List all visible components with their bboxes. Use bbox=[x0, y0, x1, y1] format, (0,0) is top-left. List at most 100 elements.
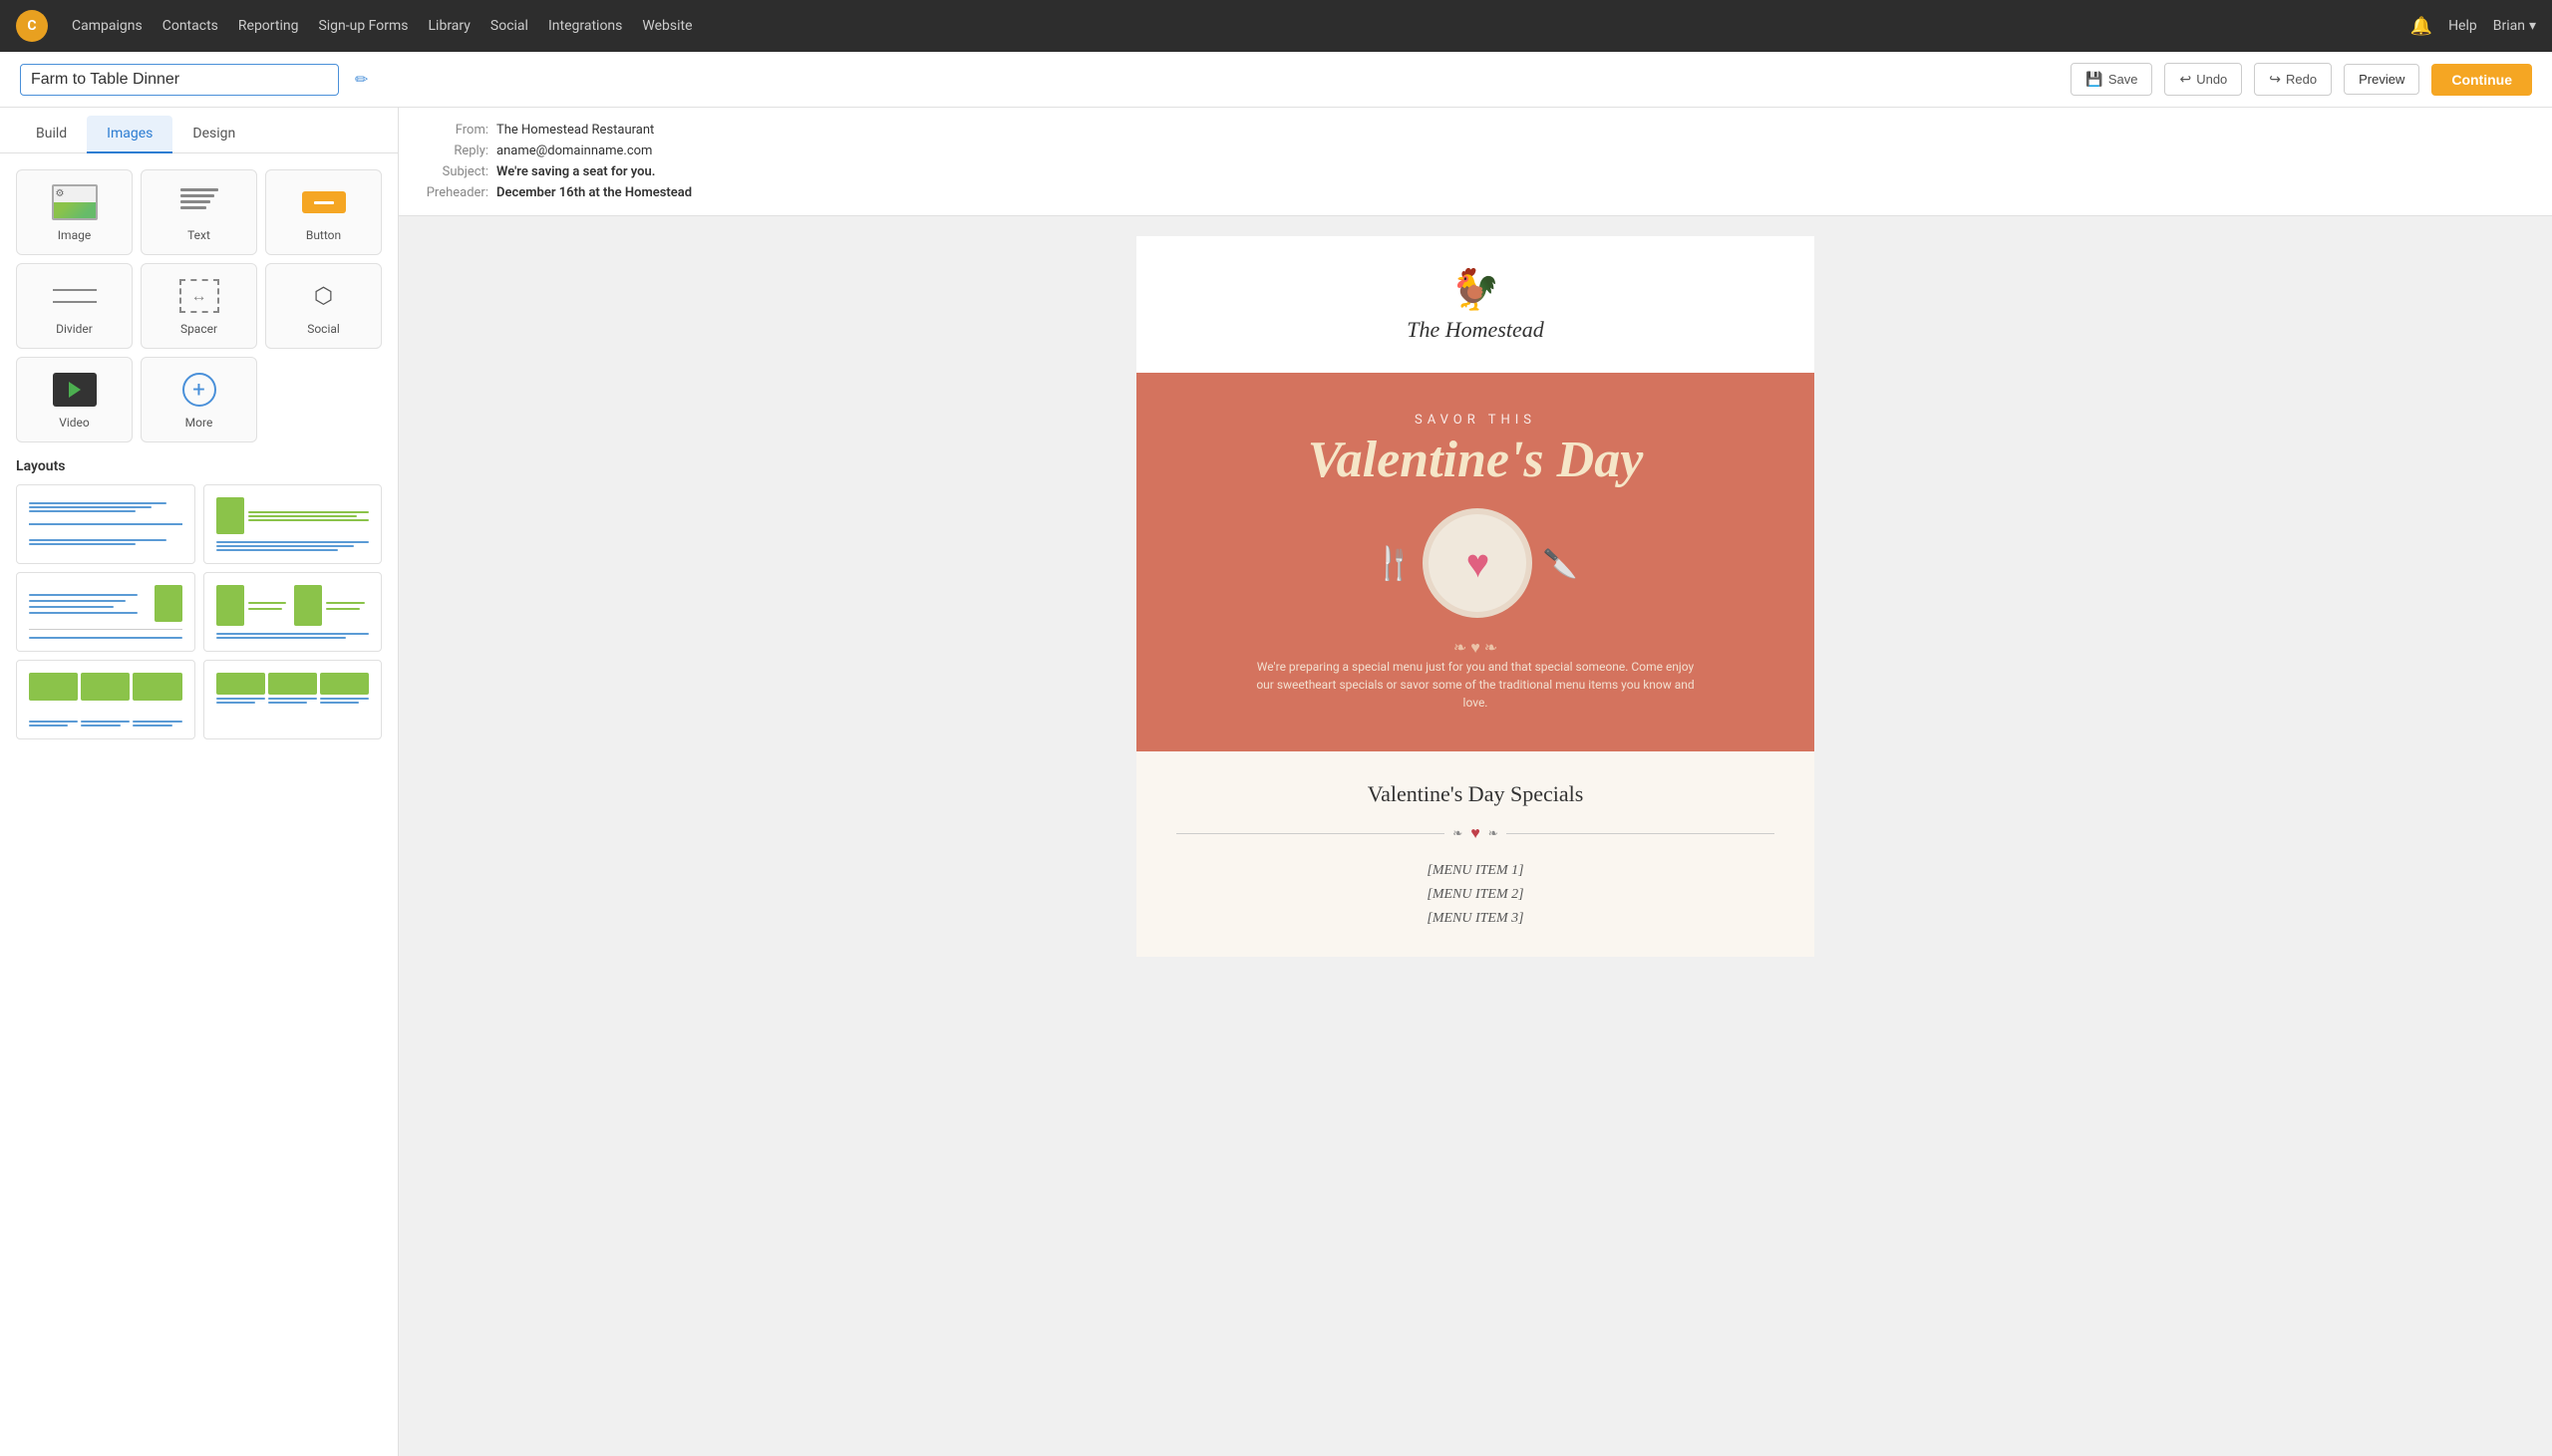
valentine-title: Valentine's Day bbox=[1156, 432, 1794, 488]
plate-circle: ♥ bbox=[1423, 508, 1532, 618]
lt-bl1 bbox=[216, 541, 370, 543]
layouts-grid bbox=[16, 484, 382, 739]
lt-l2 bbox=[29, 506, 152, 508]
layout-2[interactable] bbox=[203, 484, 383, 564]
lt-tl1 bbox=[29, 594, 138, 596]
block-image[interactable]: Image bbox=[16, 169, 133, 255]
nav-user[interactable]: Brian ▾ bbox=[2493, 18, 2536, 34]
divider-block-label: Divider bbox=[56, 322, 93, 336]
menu-item-2: [MENU ITEM 2] bbox=[1427, 887, 1523, 903]
redo-button[interactable]: ↪ Redo bbox=[2254, 63, 2332, 96]
lt-lower-5 bbox=[29, 721, 182, 727]
spacer-icon-visual: ↔ bbox=[179, 279, 219, 313]
email-reply-row: Reply: aname@domainname.com bbox=[419, 141, 2532, 161]
email-from-row: From: The Homestead Restaurant bbox=[419, 120, 2532, 141]
nav-integrations[interactable]: Integrations bbox=[548, 14, 622, 38]
button-icon-visual bbox=[302, 191, 346, 213]
email-from-value: The Homestead Restaurant bbox=[496, 123, 654, 138]
lt-tl2 bbox=[29, 600, 126, 602]
block-text[interactable]: Text bbox=[141, 169, 257, 255]
layout-thumb-5 bbox=[25, 669, 186, 730]
button-block-icon bbox=[298, 182, 350, 222]
lt-img-5b bbox=[81, 673, 130, 701]
lt-lower-2 bbox=[216, 541, 370, 551]
block-social[interactable]: ⬡ Social bbox=[265, 263, 382, 349]
menu-items: [MENU ITEM 1] [MENU ITEM 2] [MENU ITEM 3… bbox=[1176, 863, 1774, 927]
top-nav: C Campaigns Contacts Reporting Sign-up F… bbox=[0, 0, 2552, 52]
decorative-vine: ❧ ♥ ❧ bbox=[1156, 638, 1794, 658]
block-button[interactable]: Button bbox=[265, 169, 382, 255]
tab-build[interactable]: Build bbox=[16, 116, 87, 153]
heart-divider: ♥ bbox=[1470, 823, 1480, 843]
lt-65 bbox=[320, 698, 369, 700]
redo-label: Redo bbox=[2286, 72, 2317, 87]
nav-website[interactable]: Website bbox=[642, 14, 692, 38]
block-video[interactable]: Video bbox=[16, 357, 133, 442]
preview-button[interactable]: Preview bbox=[2344, 64, 2419, 95]
lt-l5 bbox=[29, 543, 136, 545]
nav-campaigns[interactable]: Campaigns bbox=[72, 14, 143, 38]
block-more[interactable]: + More bbox=[141, 357, 257, 442]
layout-1[interactable] bbox=[16, 484, 195, 564]
campaign-title-input[interactable] bbox=[20, 64, 339, 96]
continue-button[interactable]: Continue bbox=[2431, 64, 2532, 96]
lt-lg2 bbox=[248, 515, 357, 517]
lt-6img-b bbox=[268, 673, 317, 695]
lt-row-1 bbox=[29, 497, 182, 516]
nav-contacts[interactable]: Contacts bbox=[162, 14, 218, 38]
email-body: 🐓 The Homestead SAVOR THIS Valentine's D… bbox=[1136, 236, 1814, 957]
undo-button[interactable]: ↩ Undo bbox=[2164, 63, 2242, 96]
app-logo[interactable]: C bbox=[16, 10, 48, 42]
text-block-label: Text bbox=[187, 228, 210, 242]
block-divider[interactable]: Divider bbox=[16, 263, 133, 349]
layout-3[interactable] bbox=[16, 572, 195, 652]
layout-thumb-1 bbox=[25, 493, 186, 555]
banner-description: We're preparing a special menu just for … bbox=[1256, 658, 1695, 712]
layout-thumb-4 bbox=[212, 581, 374, 643]
more-block-icon: + bbox=[173, 370, 225, 410]
notification-icon[interactable]: 🔔 bbox=[2410, 16, 2432, 37]
lt-row-7 bbox=[216, 673, 370, 704]
divider-spacer bbox=[53, 293, 97, 299]
lt-img-3 bbox=[155, 585, 182, 622]
layout-5[interactable] bbox=[16, 660, 195, 739]
lt-text-3 bbox=[248, 497, 370, 534]
homestead-logo-text: The Homestead bbox=[1407, 317, 1543, 343]
email-preheader-row: Preheader: December 16th at the Homestea… bbox=[419, 182, 2532, 203]
save-label: Save bbox=[2108, 72, 2138, 87]
social-block-label: Social bbox=[307, 322, 340, 336]
layout-6[interactable] bbox=[203, 660, 383, 739]
lt-row-6 bbox=[29, 673, 182, 714]
lt-bl3 bbox=[216, 549, 339, 551]
lt-img-2 bbox=[216, 497, 244, 534]
blocks-grid: Image Text Button bbox=[0, 153, 398, 458]
lt-63 bbox=[268, 698, 317, 700]
nav-library[interactable]: Library bbox=[429, 14, 471, 38]
divider-line-t bbox=[53, 289, 97, 291]
tab-design[interactable]: Design bbox=[172, 116, 255, 153]
lt-bl-4b bbox=[216, 637, 346, 639]
lt-6img-a bbox=[216, 673, 265, 695]
lt-col-5a bbox=[29, 721, 78, 727]
edit-title-icon[interactable]: ✏ bbox=[355, 70, 368, 89]
video-block-label: Video bbox=[59, 416, 90, 430]
nav-social[interactable]: Social bbox=[490, 14, 528, 38]
block-spacer[interactable]: ↔ Spacer bbox=[141, 263, 257, 349]
undo-label: Undo bbox=[2196, 72, 2227, 87]
save-button[interactable]: 💾 Save bbox=[2071, 63, 2152, 96]
lt-l4 bbox=[29, 539, 166, 541]
lt-row-3 bbox=[216, 497, 370, 534]
layouts-section: Layouts bbox=[0, 458, 398, 755]
lt-l3 bbox=[29, 510, 136, 512]
nav-reporting[interactable]: Reporting bbox=[238, 14, 299, 38]
text-line-4 bbox=[180, 206, 207, 209]
nav-help[interactable]: Help bbox=[2448, 18, 2477, 34]
tab-images[interactable]: Images bbox=[87, 116, 172, 153]
nav-signup-forms[interactable]: Sign-up Forms bbox=[318, 14, 408, 38]
social-block-icon: ⬡ bbox=[298, 276, 350, 316]
layout-4[interactable] bbox=[203, 572, 383, 652]
lt-row-2 bbox=[29, 532, 182, 551]
divider-icon-visual bbox=[53, 289, 97, 303]
lt-col-5b bbox=[81, 721, 130, 727]
lt-tg1 bbox=[248, 602, 286, 604]
